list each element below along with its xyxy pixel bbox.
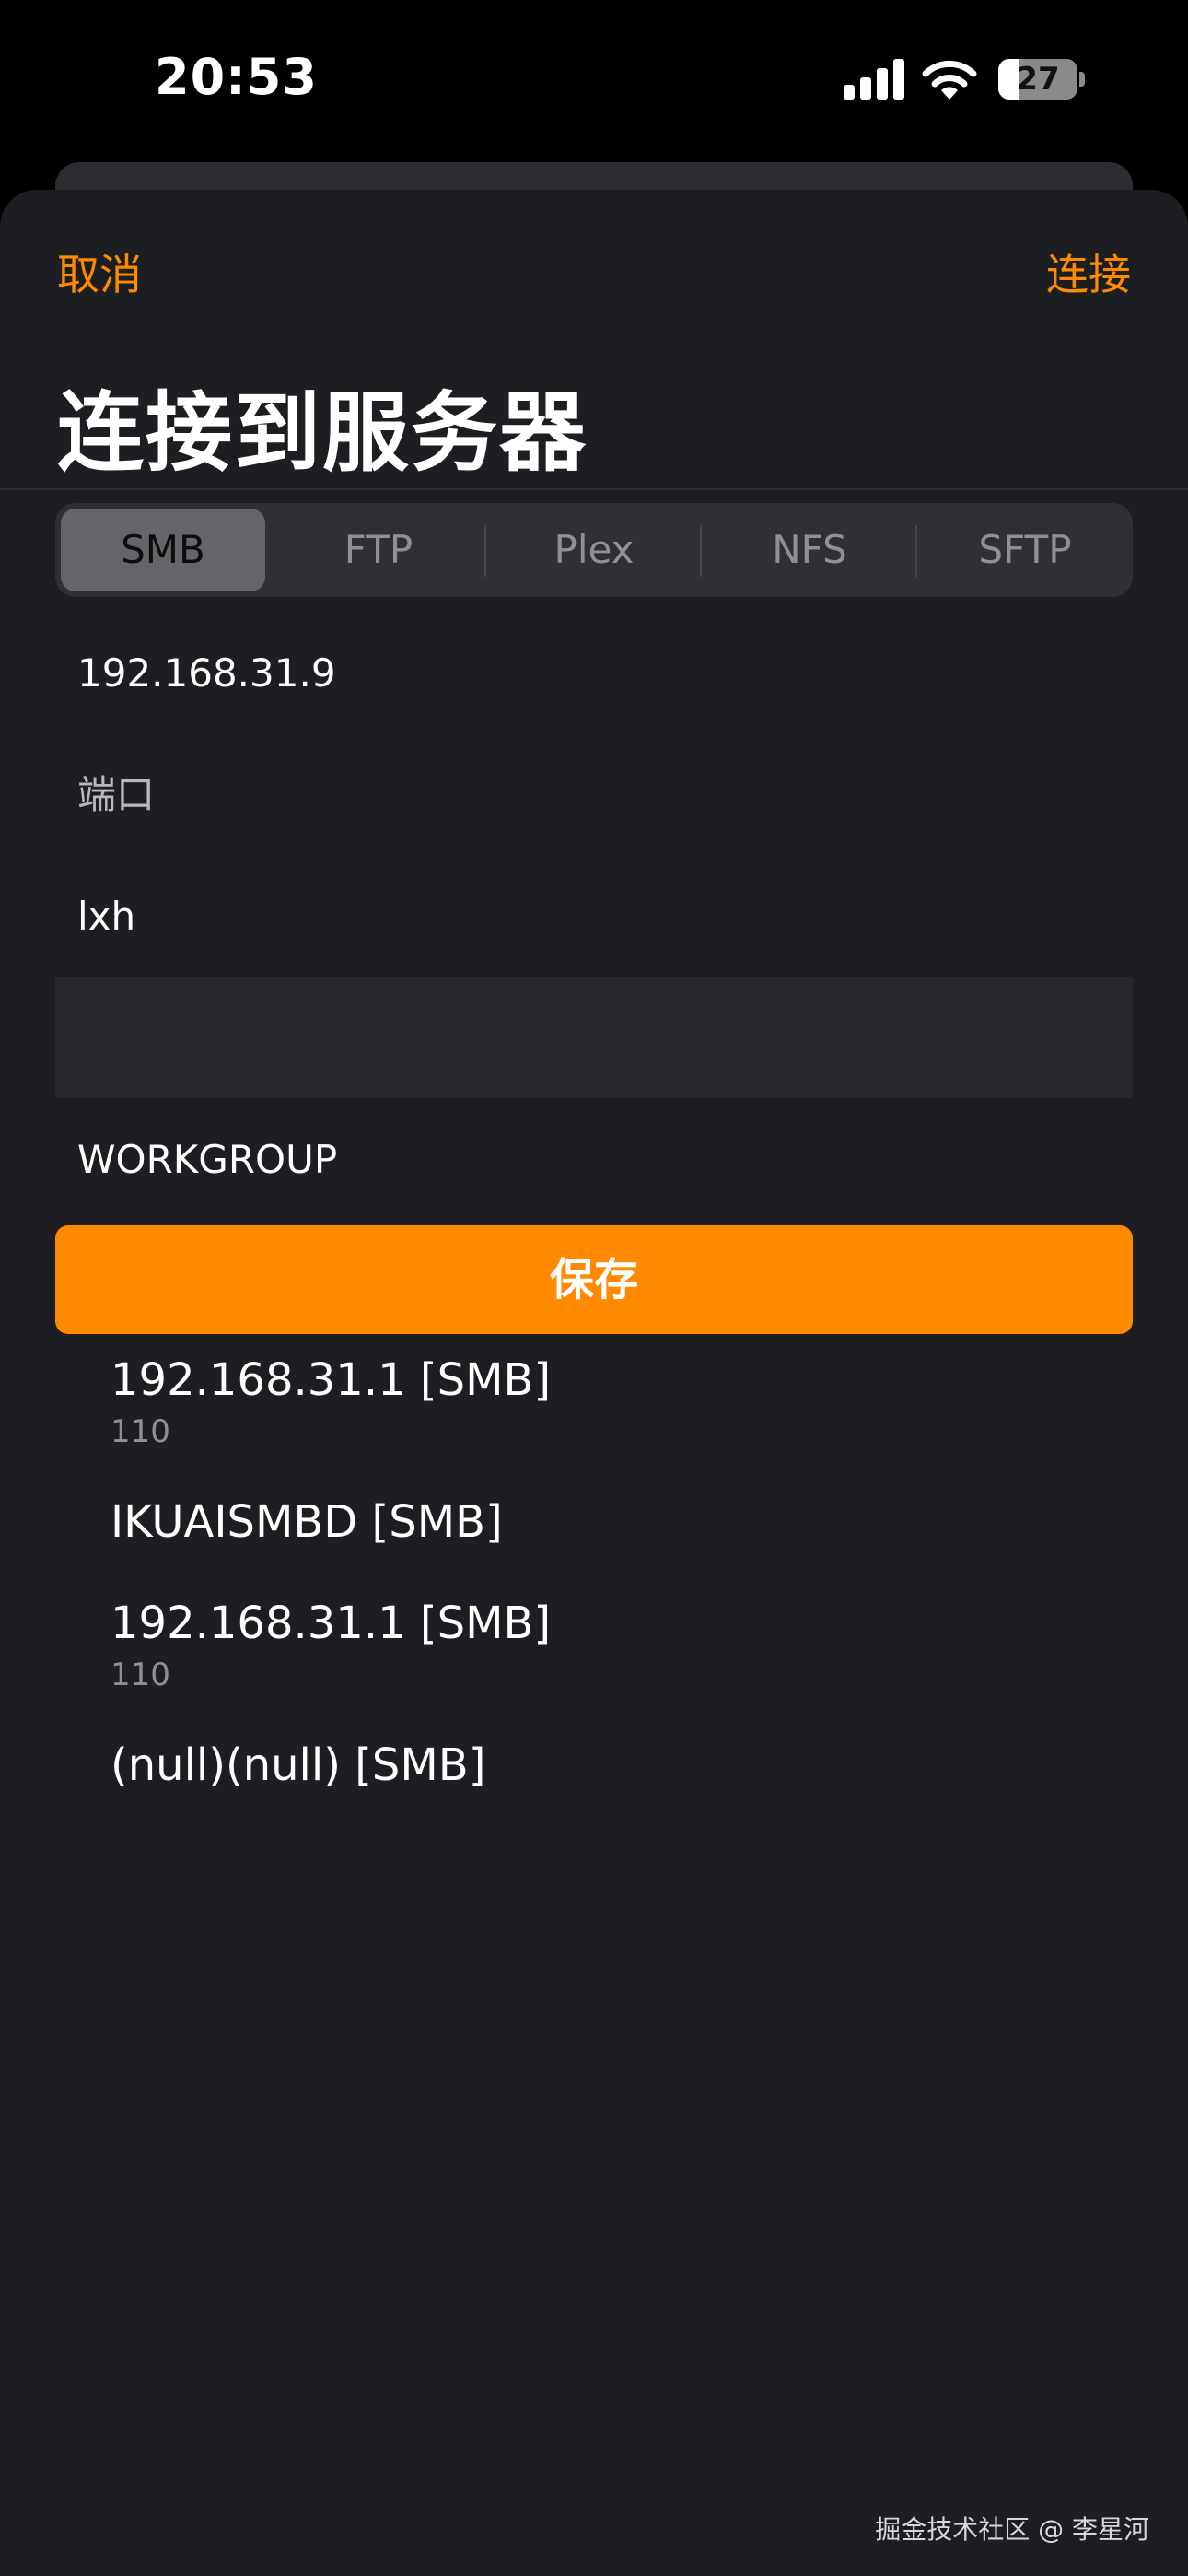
battery-nub bbox=[1079, 72, 1085, 87]
server-name: 192.168.31.1 [SMB] bbox=[111, 1598, 552, 1649]
port-field bbox=[55, 733, 1133, 855]
server-detail: 110 bbox=[111, 1413, 170, 1450]
username-input[interactable] bbox=[77, 855, 1109, 977]
segment-divider bbox=[915, 525, 917, 577]
server-list-item[interactable]: (null)(null) [SMB] bbox=[111, 1739, 485, 1791]
page-title: 连接到服务器 bbox=[57, 383, 588, 484]
battery-icon: 27 bbox=[998, 59, 1077, 100]
server-list-item[interactable]: 192.168.31.1 [SMB] 110 bbox=[111, 1598, 551, 1693]
server-name: (null)(null) [SMB] bbox=[111, 1739, 486, 1791]
tab-plex[interactable]: Plex bbox=[492, 509, 696, 591]
workgroup-field bbox=[55, 1098, 1133, 1220]
tab-ftp[interactable]: FTP bbox=[276, 509, 481, 591]
username-field bbox=[55, 855, 1133, 977]
tab-smb[interactable]: SMB bbox=[61, 509, 265, 591]
host-input[interactable] bbox=[77, 612, 1109, 733]
battery-level: 27 bbox=[1016, 61, 1060, 98]
server-list-item[interactable]: 192.168.31.1 [SMB] 110 bbox=[111, 1354, 551, 1450]
segment-divider bbox=[700, 525, 702, 577]
status-bar: 20:53 27 bbox=[0, 0, 1188, 161]
server-detail: 110 bbox=[111, 1657, 170, 1693]
watermark: 掘金技术社区 @ 李星河 bbox=[875, 2514, 1149, 2545]
server-list-item[interactable]: IKUAISMBD [SMB] bbox=[111, 1496, 503, 1548]
tab-nfs[interactable]: NFS bbox=[707, 509, 912, 591]
segment-divider bbox=[484, 525, 486, 577]
wifi-icon bbox=[922, 60, 977, 100]
tab-sftp[interactable]: SFTP bbox=[923, 509, 1127, 591]
host-field bbox=[55, 612, 1133, 733]
workgroup-input[interactable] bbox=[77, 1098, 1109, 1220]
cancel-button[interactable]: 取消 bbox=[57, 241, 142, 302]
password-field bbox=[55, 977, 1133, 1098]
port-input[interactable] bbox=[77, 733, 1109, 855]
cellular-signal-icon bbox=[844, 59, 906, 100]
title-divider bbox=[0, 488, 1188, 490]
protocol-segmented-control: SMB FTP Plex NFS SFTP bbox=[55, 503, 1133, 597]
save-button[interactable]: 保存 bbox=[55, 1225, 1133, 1334]
password-input[interactable] bbox=[77, 977, 1109, 1098]
status-time: 20:53 bbox=[155, 48, 318, 106]
connect-button[interactable]: 连接 bbox=[1046, 241, 1131, 302]
server-name: IKUAISMBD [SMB] bbox=[111, 1496, 503, 1548]
server-name: 192.168.31.1 [SMB] bbox=[111, 1354, 552, 1406]
